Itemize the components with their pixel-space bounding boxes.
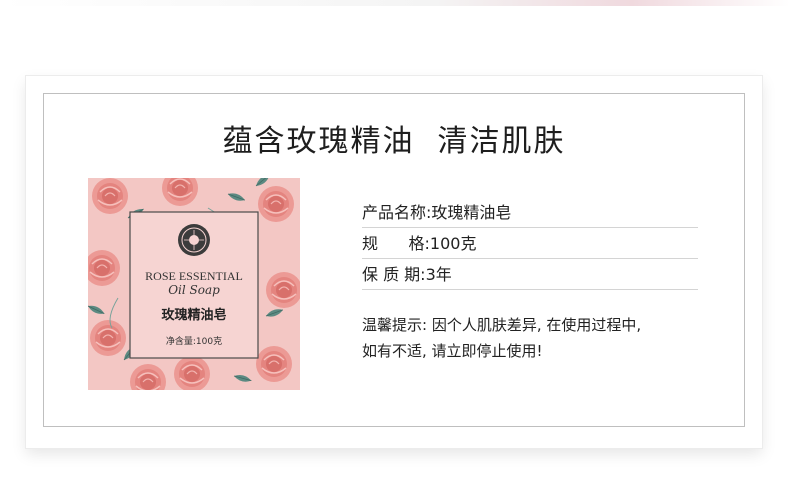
spec-label: 保 质 期: [362, 265, 426, 284]
spec-value: 玫瑰精油皂 [431, 203, 512, 222]
box-name-cn: 玫瑰精油皂 [161, 307, 226, 323]
spec-value: 100克 [429, 234, 477, 253]
spec-label: 规 格: [362, 234, 430, 253]
spec-row-size: 规 格:100克 [362, 228, 698, 259]
spec-value: 3年 [425, 265, 452, 284]
spec-list: 产品名称:玫瑰精油皂 规 格:100克 保 质 期:3年 [362, 197, 698, 290]
box-net-content: 净含量:100克 [166, 335, 222, 347]
brand-emblem-icon [178, 224, 210, 256]
tip-line-1: 温馨提示: 因个人肌肤差异, 在使用过程中, [362, 316, 642, 334]
tip-line-2: 如有不适, 请立即停止使用! [362, 342, 543, 360]
top-decor-strip [0, 0, 790, 6]
spec-label: 产品名称: [362, 203, 432, 222]
usage-tip: 温馨提示: 因个人肌肤差异, 在使用过程中, 如有不适, 请立即停止使用! [362, 312, 702, 364]
box-brand-line1: ROSE ESSENTIAL [145, 269, 243, 283]
soap-box-illustration: ROSE ESSENTIAL Oil Soap 玫瑰精油皂 净含量:100克 [88, 178, 300, 390]
product-info-card: 蕴含玫瑰精油 清洁肌肤 ROSE ESSENTIAL Oil Soap 玫瑰精油… [26, 76, 762, 448]
inner-border: 蕴含玫瑰精油 清洁肌肤 ROSE ESSENTIAL Oil Soap 玫瑰精油… [43, 93, 745, 427]
product-box-image: ROSE ESSENTIAL Oil Soap 玫瑰精油皂 净含量:100克 [88, 178, 300, 390]
spec-row-shelf-life: 保 质 期:3年 [362, 259, 698, 290]
box-brand-line2: Oil Soap [168, 283, 220, 297]
headline: 蕴含玫瑰精油 清洁肌肤 [222, 124, 566, 159]
spec-row-name: 产品名称:玫瑰精油皂 [362, 197, 698, 228]
